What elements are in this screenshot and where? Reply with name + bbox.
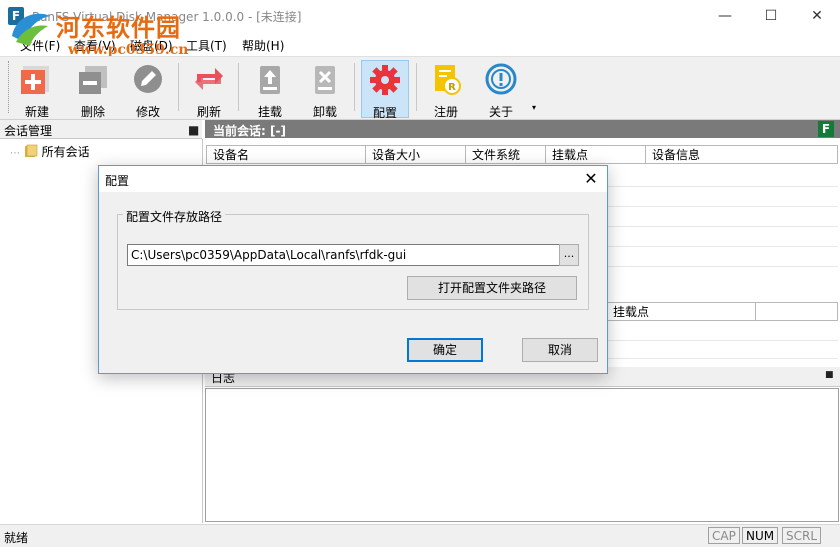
- about-icon: [485, 63, 517, 95]
- column-mount-point[interactable]: 挂载点: [546, 145, 646, 164]
- folder-icon: [24, 144, 38, 157]
- maximize-button[interactable]: ☐: [748, 0, 794, 32]
- gear-icon: [370, 65, 400, 95]
- toolbar-separator: [238, 63, 239, 111]
- config-path-group-label: 配置文件存放路径: [123, 208, 226, 225]
- minimize-button[interactable]: —: [702, 0, 748, 32]
- about-label: 关于: [488, 105, 513, 119]
- pin-icon[interactable]: ■: [188, 123, 199, 137]
- close-button[interactable]: ✕: [794, 0, 840, 32]
- toolbar-separator: [178, 63, 179, 111]
- new-label: 新建: [24, 105, 49, 119]
- refresh-label: 刷新: [196, 105, 221, 119]
- app-logo-icon: F: [818, 121, 834, 137]
- tree-connector: ⋯: [10, 148, 20, 159]
- column-file-system[interactable]: 文件系统: [466, 145, 546, 164]
- unmount-label: 卸载: [312, 105, 337, 119]
- toolbar-separator: [416, 63, 417, 111]
- register-icon: R: [435, 65, 461, 95]
- mount-icon: [260, 66, 280, 94]
- edit-label: 修改: [135, 105, 160, 119]
- unmount-icon: [315, 66, 335, 94]
- num-indicator: NUM: [742, 527, 779, 544]
- log-area[interactable]: [205, 388, 839, 522]
- dialog-title-bar[interactable]: 配置 ✕: [99, 166, 607, 192]
- status-bar: 就绪 CAP NUM SCRL: [0, 524, 840, 547]
- column-mount-point-lower[interactable]: 挂载点: [606, 302, 756, 321]
- tree-item-label: 所有会话: [41, 145, 90, 159]
- delete-button[interactable]: 删除: [70, 60, 116, 119]
- menu-file[interactable]: 文件(F): [20, 37, 60, 54]
- dialog-close-button[interactable]: ✕: [577, 168, 605, 190]
- mount-label: 挂载: [257, 105, 282, 119]
- status-text: 就绪: [4, 531, 29, 545]
- window-title: RanFS Virtual Disk Manager 1.0.0.0 - [未连…: [32, 10, 302, 24]
- app-icon: F: [8, 7, 24, 25]
- mount-button[interactable]: 挂载: [247, 60, 293, 119]
- tree-item-all-sessions[interactable]: ⋯ 所有会话: [10, 143, 90, 160]
- column-device-size[interactable]: 设备大小: [366, 145, 466, 164]
- column-device-info[interactable]: 设备信息: [646, 145, 838, 164]
- column-blank[interactable]: [756, 302, 838, 321]
- refresh-button[interactable]: 刷新: [186, 60, 232, 119]
- ok-button[interactable]: 确定: [407, 338, 483, 362]
- about-button[interactable]: 关于: [478, 60, 524, 119]
- toolbar-grip[interactable]: [8, 61, 12, 113]
- refresh-icon: [195, 68, 223, 90]
- config-label: 配置: [372, 106, 397, 120]
- edit-icon: [134, 65, 162, 93]
- session-manager-header: 会话管理 ■: [0, 120, 202, 139]
- column-device-name[interactable]: 设备名: [206, 145, 366, 164]
- menu-bar: 文件(F) 查看(V) 磁盘(D) 工具(T) 帮助(H): [0, 33, 840, 55]
- svg-text:R: R: [448, 82, 456, 93]
- register-button[interactable]: R 注册: [423, 60, 469, 119]
- pin-icon[interactable]: ■: [825, 370, 834, 380]
- unmount-button[interactable]: 卸载: [302, 60, 348, 119]
- register-label: 注册: [433, 105, 458, 119]
- session-manager-title: 会话管理: [4, 124, 53, 138]
- title-bar: F RanFS Virtual Disk Manager 1.0.0.0 - […: [0, 0, 840, 32]
- delete-label: 删除: [80, 105, 105, 119]
- menu-tools[interactable]: 工具(T): [186, 37, 227, 54]
- config-path-input[interactable]: [127, 244, 561, 266]
- toolbar-overflow-icon[interactable]: ▾: [532, 103, 536, 112]
- delete-icon: [79, 66, 107, 94]
- config-button[interactable]: 配置: [361, 60, 409, 120]
- toolbar-separator: [354, 63, 355, 111]
- edit-button[interactable]: 修改: [125, 60, 171, 119]
- scrl-indicator: SCRL: [782, 527, 822, 544]
- menu-view[interactable]: 查看(V): [74, 37, 116, 54]
- new-icon: [21, 66, 49, 94]
- toolbar: 新建 删除 修改 刷新 挂载 卸载 配置 R 注册 关于 ▾: [0, 56, 840, 120]
- cap-indicator: CAP: [708, 527, 740, 544]
- new-button[interactable]: 新建: [14, 60, 60, 119]
- current-session-title: 当前会话: [-]: [213, 124, 286, 138]
- browse-button[interactable]: ...: [559, 244, 579, 266]
- config-dialog: 配置 ✕ 配置文件存放路径 ... 打开配置文件夹路径 确定 取消: [98, 165, 608, 374]
- current-session-header: 当前会话: [-]: [205, 120, 840, 138]
- open-config-folder-button[interactable]: 打开配置文件夹路径: [407, 276, 577, 300]
- menu-disk[interactable]: 磁盘(D): [130, 37, 173, 54]
- dialog-title: 配置: [105, 174, 130, 188]
- cancel-button[interactable]: 取消: [522, 338, 598, 362]
- menu-help[interactable]: 帮助(H): [242, 37, 284, 54]
